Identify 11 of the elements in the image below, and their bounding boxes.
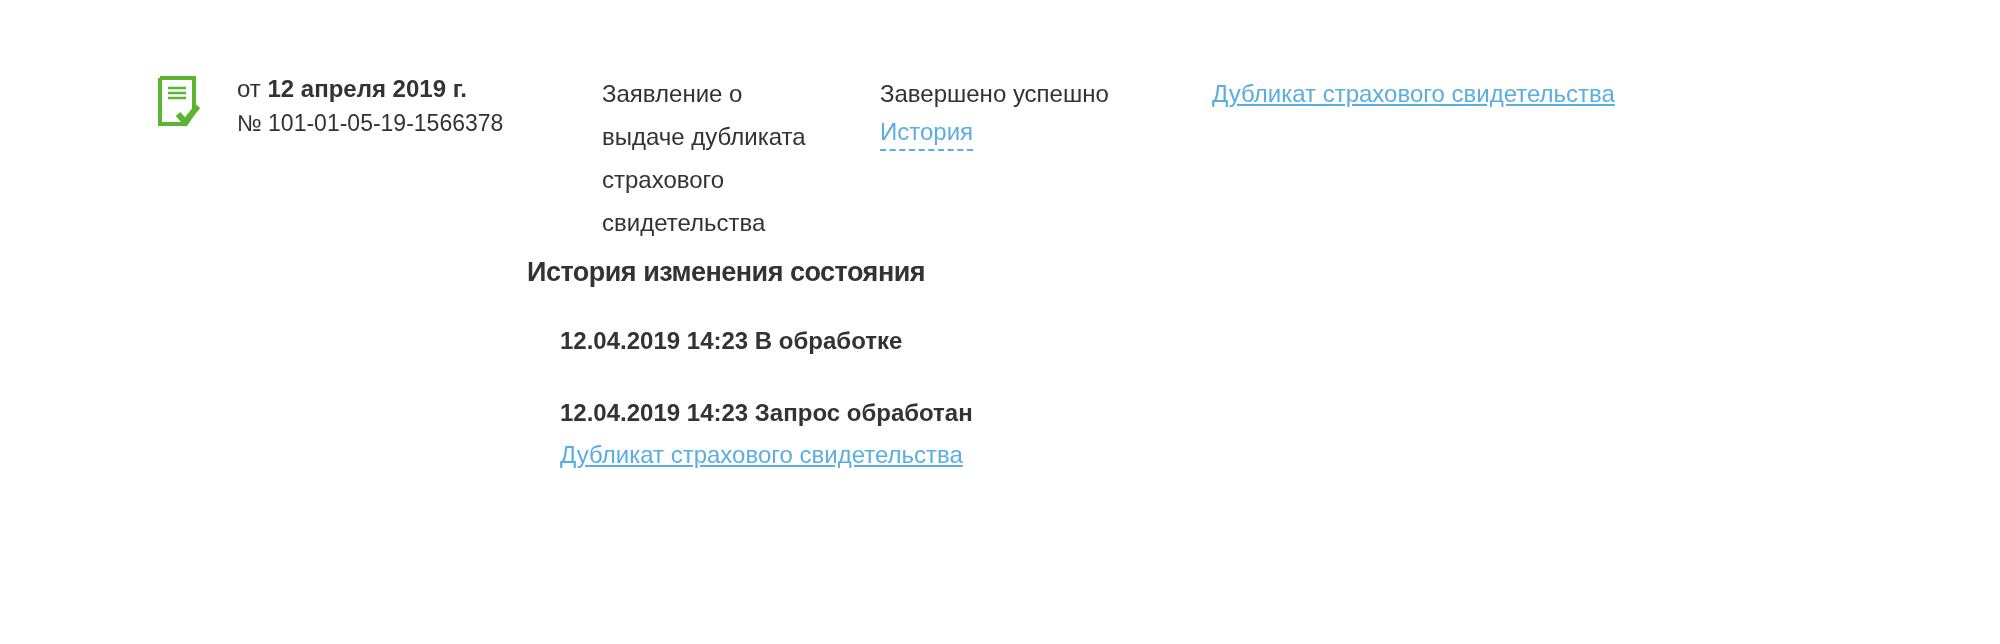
document-check-icon [158, 76, 200, 128]
document-link[interactable]: Дубликат страхового свидетельства [560, 436, 963, 473]
application-date: от 12 апреля 2019 г. [237, 74, 468, 104]
history-entry: 12.04.2019 14:23 Запрос обработан [560, 397, 973, 428]
history-entry: 12.04.2019 14:23 В обработке [560, 325, 903, 356]
history-link[interactable]: История [880, 115, 974, 151]
application-description: Заявление о выдаче дубликата страхового свидетельства [602, 79, 807, 238]
status-text: Завершено успешно [880, 79, 1109, 109]
document-link[interactable]: Дубликат страхового свидетельства [1212, 72, 1615, 115]
history-title: История изменения состояния [527, 256, 927, 289]
application-number: № 101-01-05-19-1566378 [237, 109, 505, 138]
